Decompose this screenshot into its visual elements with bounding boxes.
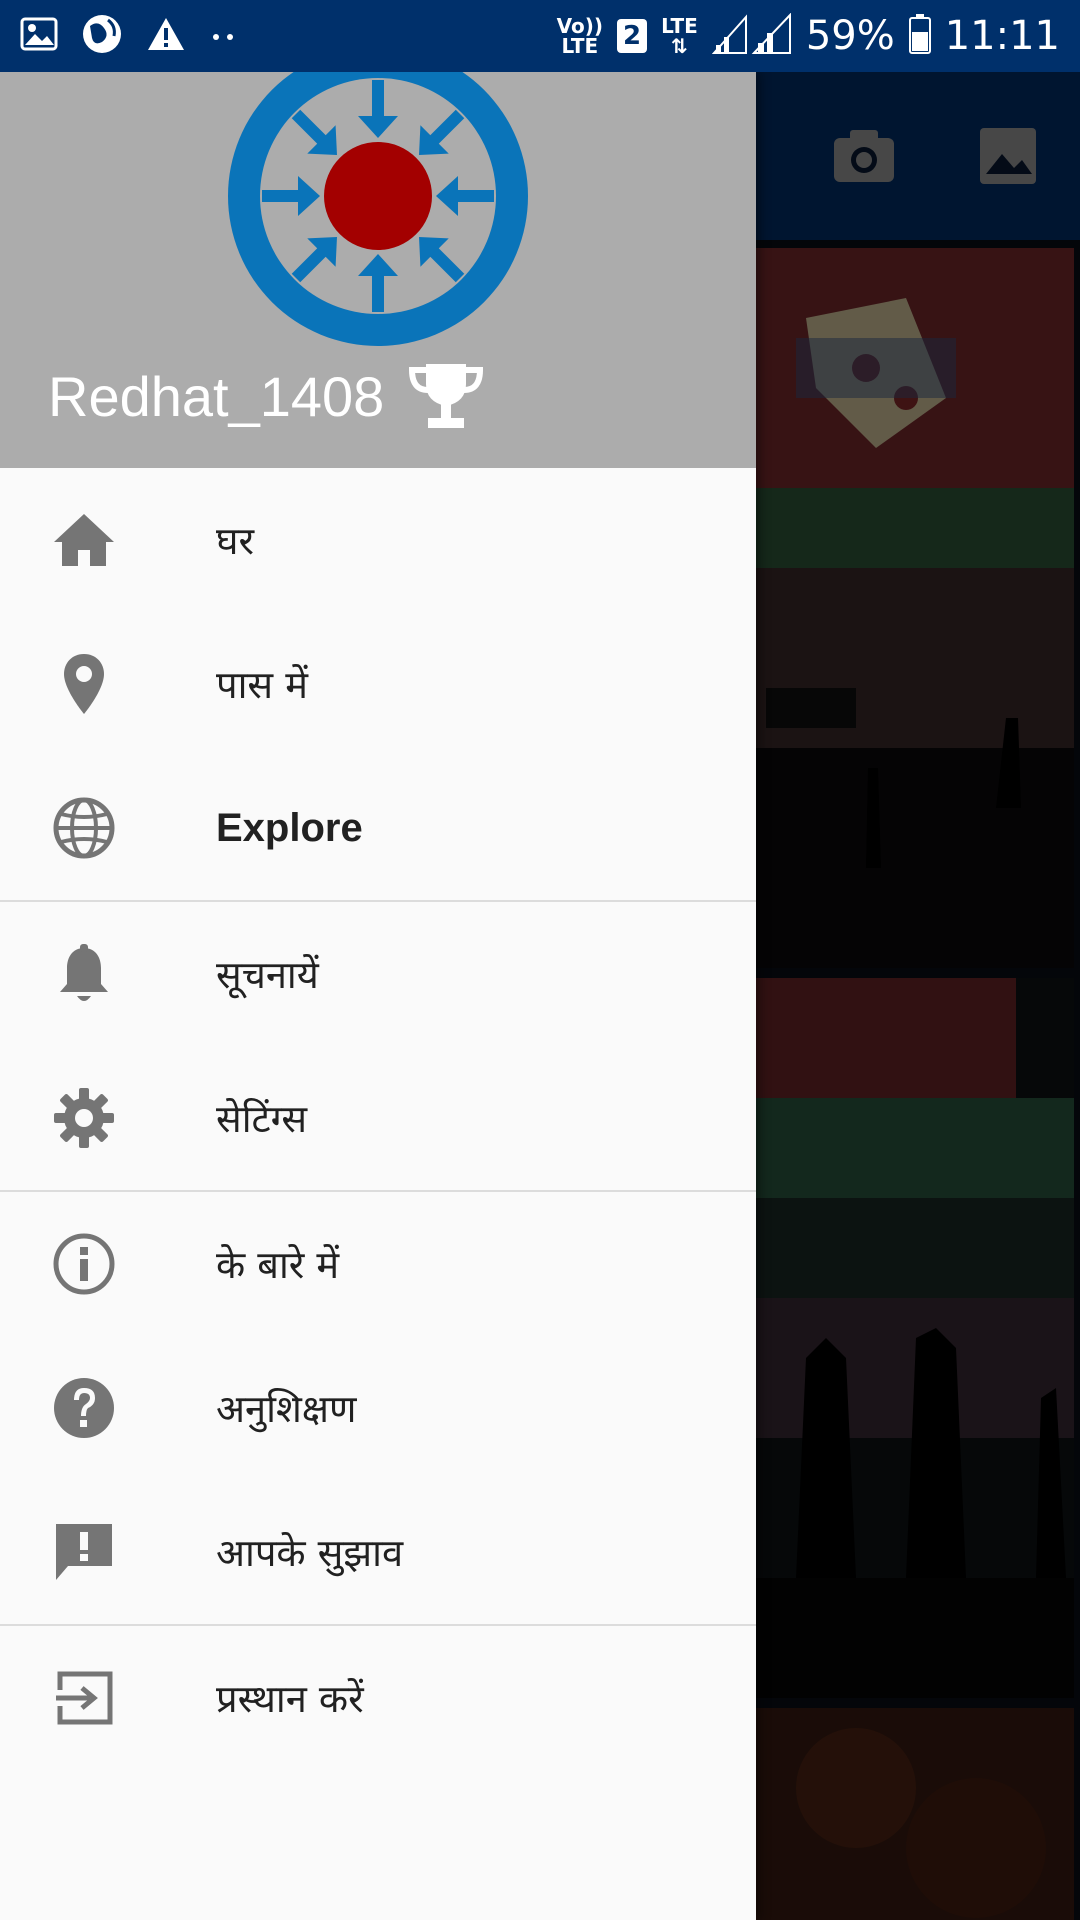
battery-percent: 59% xyxy=(805,13,895,59)
battery-icon xyxy=(908,14,931,58)
menu-item[interactable]: प्रस्थान करें xyxy=(0,1626,756,1770)
clock: 11:11 xyxy=(944,13,1060,59)
trophy-icon[interactable] xyxy=(408,362,484,430)
user-info: Redhat_1408 xyxy=(48,362,484,430)
info-icon xyxy=(50,1230,118,1298)
menu-item-label: घर xyxy=(216,519,255,563)
menu-item-label: अनुशिक्षण xyxy=(216,1387,357,1431)
globe-sync-icon xyxy=(80,12,124,60)
sim-badge: 2 xyxy=(617,19,648,53)
home-icon xyxy=(50,506,118,574)
menu-item-label: पास में xyxy=(216,663,308,707)
menu-item[interactable]: आपके सुझाव xyxy=(0,1480,756,1624)
logout-icon xyxy=(50,1664,118,1732)
location-pin-icon xyxy=(50,650,118,718)
app-logo xyxy=(214,72,542,360)
bell-icon xyxy=(50,940,118,1008)
menu-item[interactable]: के बारे में xyxy=(0,1192,756,1336)
menu-item[interactable]: Explore xyxy=(0,756,756,900)
menu-item-label: आपके सुझाव xyxy=(216,1531,404,1575)
drawer-header: Redhat_1408 xyxy=(0,72,756,468)
menu-item[interactable]: सूचनायें xyxy=(0,902,756,1046)
menu-item-label: सूचनायें xyxy=(216,953,319,997)
menu-item[interactable]: घर xyxy=(0,468,756,612)
menu-item-label: प्रस्थान करें xyxy=(216,1677,364,1721)
lte-indicator: LTE ⇅ xyxy=(661,14,698,58)
screen: Vo)) LTE 2 LTE ⇅ 59% 11:11 Redhat_1408 घ… xyxy=(0,0,1080,1920)
menu-item[interactable]: सेटिंग्स xyxy=(0,1046,756,1190)
menu-item-label: Explore xyxy=(216,805,363,850)
warning-icon xyxy=(146,16,186,56)
volte-indicator: Vo)) LTE xyxy=(556,14,604,58)
feedback-icon xyxy=(50,1518,118,1586)
menu-item-label: के बारे में xyxy=(216,1243,340,1287)
globe-icon xyxy=(50,794,118,862)
status-bar: Vo)) LTE 2 LTE ⇅ 59% 11:11 xyxy=(0,0,1080,72)
image-icon xyxy=(20,17,58,55)
navigation-drawer: Redhat_1408 घर पास में Explore सूचनायें सेटि… xyxy=(0,72,756,1920)
more-dots-icon xyxy=(208,27,238,46)
gear-icon xyxy=(50,1084,118,1152)
menu-item-label: सेटिंग्स xyxy=(216,1097,308,1141)
drawer-menu: घर पास में Explore सूचनायें सेटिंग्स के बारे … xyxy=(0,468,756,1770)
help-icon xyxy=(50,1374,118,1442)
signal-icon xyxy=(711,12,792,59)
username: Redhat_1408 xyxy=(48,364,385,428)
menu-item[interactable]: पास में xyxy=(0,612,756,756)
menu-item[interactable]: अनुशिक्षण xyxy=(0,1336,756,1480)
